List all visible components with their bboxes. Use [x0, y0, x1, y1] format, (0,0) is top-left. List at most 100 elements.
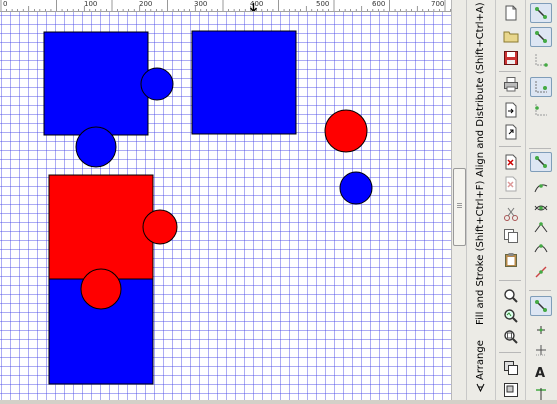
tab-align-distribute[interactable]: Align and Distribute (Shift+Ctrl+A) [474, 2, 488, 180]
ruler-label: 500 [316, 0, 329, 8]
grip-line [457, 207, 462, 208]
snap-path-button[interactable] [530, 178, 552, 198]
snap-smooth-button[interactable] [530, 238, 552, 258]
snap-midpoint-icon [533, 264, 549, 280]
snap-intersection-button[interactable] [530, 198, 552, 218]
redo-button[interactable] [500, 174, 522, 194]
horizontal-ruler[interactable]: 0 100 200 300 400 500 600 700 [0, 0, 451, 12]
ruler-label: 300 [194, 0, 207, 8]
arrange-icon [477, 383, 486, 392]
snap-center-button[interactable] [530, 296, 552, 316]
snap-nodes-button[interactable] [530, 152, 552, 172]
blue-puzzle-piece[interactable] [44, 32, 173, 167]
snap-bbox-edge-button[interactable] [530, 50, 552, 70]
paste-button[interactable] [500, 250, 522, 270]
snap-bbox-icon [533, 29, 549, 45]
export-icon [504, 124, 518, 140]
snap-line-midpoint-button[interactable] [530, 262, 552, 282]
commands-toolbar [496, 0, 526, 400]
zoom-icon [503, 288, 519, 304]
snap-guide-button[interactable] [530, 384, 552, 404]
group-icon [503, 382, 519, 398]
export-button[interactable] [500, 122, 522, 142]
toolbar-separator [499, 280, 521, 281]
toolbar-separator [499, 352, 521, 353]
snap-page-border-icon [533, 342, 549, 358]
snap-midpoint-icon [533, 102, 549, 118]
snap-rotation-center-button[interactable] [530, 320, 552, 340]
drawing-shapes [0, 12, 451, 400]
ruler-label: 0 [3, 0, 7, 8]
grip-line [457, 203, 462, 204]
print-button[interactable] [500, 74, 522, 94]
ruler-label: 200 [139, 0, 152, 8]
ruler-label: 100 [84, 0, 97, 8]
duplicate-button[interactable] [500, 358, 522, 378]
tab-fill-stroke[interactable]: Fill and Stroke (Shift+Ctrl+F) [474, 188, 488, 328]
snap-toggle-button[interactable] [530, 3, 552, 23]
cut-icon [503, 206, 519, 222]
tab-label: Align and Distribute (Shift+Ctrl+A) [474, 2, 488, 177]
zoom-drawing-icon [503, 308, 519, 324]
toolbar-separator [499, 96, 521, 97]
scrollbar-thumb[interactable] [453, 168, 466, 246]
undo-icon [504, 154, 518, 170]
open-folder-icon [503, 29, 519, 43]
blue-circle[interactable] [340, 172, 372, 204]
snap-toggle-icon [533, 5, 549, 21]
zoom-drawing-button[interactable] [500, 306, 522, 326]
copy-icon [503, 228, 519, 244]
toolbar-separator [529, 148, 551, 149]
toolbar-separator [499, 146, 521, 147]
redo-icon [504, 176, 518, 192]
zoom-page-button[interactable] [500, 327, 522, 347]
ruler-label: 600 [372, 0, 385, 8]
tab-label: Arrange [474, 340, 488, 380]
paste-icon [503, 252, 519, 268]
snap-intersection-icon [533, 200, 549, 216]
clone-button[interactable] [500, 380, 522, 400]
tab-arrange[interactable]: Arrange [474, 330, 488, 392]
snap-page-border-button[interactable] [530, 340, 552, 360]
import-icon [504, 102, 518, 118]
cut-button[interactable] [500, 204, 522, 224]
snap-bbox-button[interactable] [530, 27, 552, 47]
zoom-page-icon [503, 329, 519, 345]
snap-midpoint-button[interactable] [530, 100, 552, 120]
save-button[interactable] [500, 48, 522, 68]
snap-nodes-icon [533, 154, 549, 170]
toolbar-separator [499, 198, 521, 199]
grip-line [457, 205, 462, 206]
tab-label: Fill and Stroke (Shift+Ctrl+F) [474, 181, 488, 325]
ruler-pointer-icon [249, 3, 258, 12]
text-icon-glyph: A [535, 366, 545, 380]
snap-cusp-button[interactable] [530, 218, 552, 238]
text-baseline-button[interactable]: A [530, 362, 552, 382]
snap-cusp-icon [533, 220, 549, 236]
blue-square[interactable] [192, 31, 296, 134]
print-icon [503, 76, 519, 92]
toolbar-separator [529, 290, 551, 291]
vertical-scrollbar[interactable] [451, 0, 466, 400]
snap-bbox-corner-button[interactable] [530, 77, 552, 97]
snap-bbox-corner-icon [533, 79, 549, 95]
text-baseline-icon: A [533, 364, 549, 380]
undo-button[interactable] [500, 152, 522, 172]
snap-rotation-center-icon [533, 322, 549, 338]
copy-button[interactable] [500, 226, 522, 246]
snap-smooth-icon [533, 240, 549, 256]
open-button[interactable] [500, 26, 522, 46]
snap-controls-bar: A [526, 0, 557, 400]
import-button[interactable] [500, 100, 522, 120]
drawing-canvas[interactable] [0, 12, 451, 400]
zoom-selection-button[interactable] [500, 286, 522, 306]
docked-dialogs-panel: Align and Distribute (Shift+Ctrl+A) Fill… [466, 0, 496, 400]
ruler-label: 700 [431, 0, 444, 8]
new-document-icon [504, 5, 518, 21]
red-circle[interactable] [325, 110, 367, 152]
snap-bbox-edge-icon [533, 52, 549, 68]
new-document-button[interactable] [500, 3, 522, 23]
duplicate-icon [503, 360, 519, 376]
snap-center-icon [533, 298, 549, 314]
save-icon [503, 50, 519, 66]
